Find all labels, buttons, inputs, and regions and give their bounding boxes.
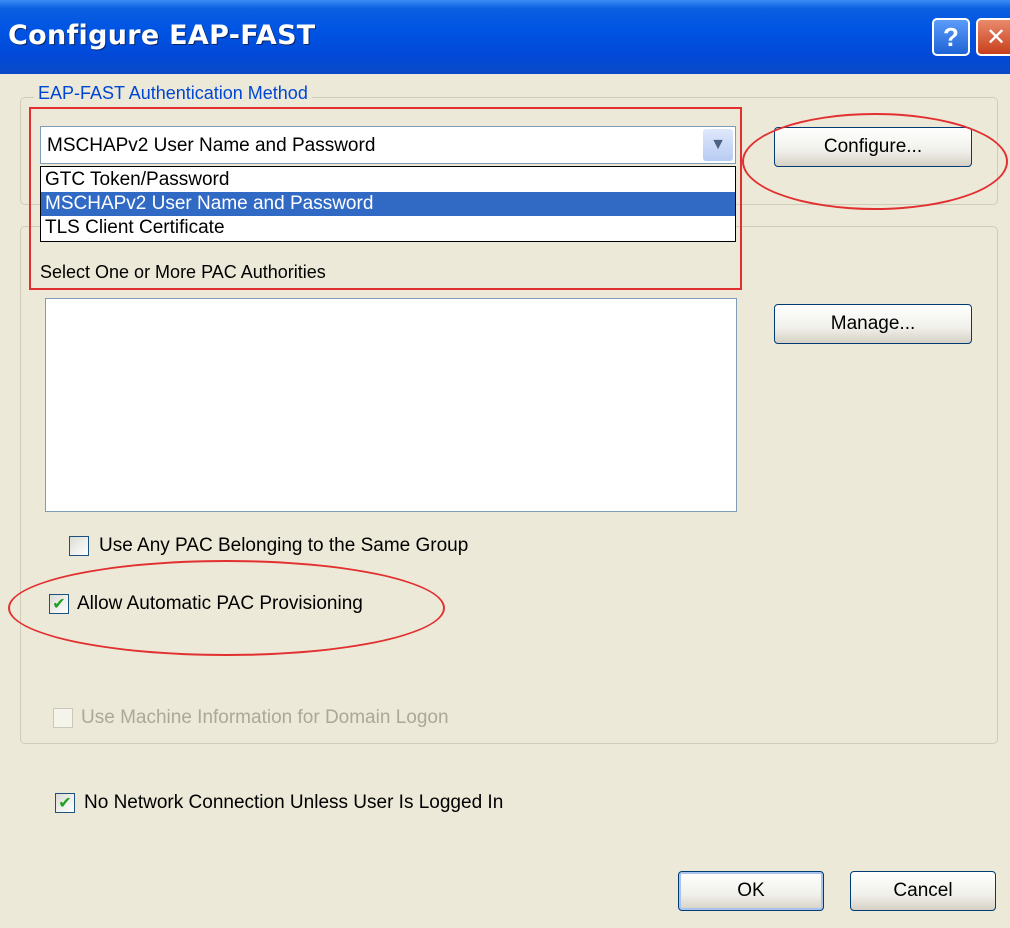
allow-auto-pac-label: Allow Automatic PAC Provisioning: [77, 593, 363, 614]
no-network-checkbox[interactable]: ✔: [55, 793, 75, 813]
ok-button-label: OK: [737, 880, 765, 901]
close-button[interactable]: ✕: [976, 18, 1010, 56]
title-bar[interactable]: Configure EAP-FAST ? ✕: [0, 0, 1010, 74]
use-machine-info-label: Use Machine Information for Domain Logon: [81, 707, 449, 728]
dropdown-option-tls[interactable]: TLS Client Certificate: [41, 216, 735, 240]
configure-eap-fast-dialog: Configure EAP-FAST ? ✕ EAP-FAST Authenti…: [0, 0, 1010, 928]
auth-method-selected-value: MSCHAPv2 User Name and Password: [47, 135, 376, 156]
pac-authorities-label: Select One or More PAC Authorities: [40, 262, 326, 282]
checkmark-icon: ✔: [58, 795, 72, 812]
allow-auto-pac-checkbox[interactable]: ✔: [49, 594, 69, 614]
manage-button[interactable]: Manage...: [774, 304, 972, 344]
ok-button[interactable]: OK: [678, 871, 824, 911]
use-any-pac-label: Use Any PAC Belonging to the Same Group: [99, 535, 469, 556]
manage-button-label: Manage...: [830, 313, 916, 334]
dropdown-option-gtc[interactable]: GTC Token/Password: [41, 168, 735, 192]
help-icon: ?: [943, 21, 959, 52]
dropdown-option-mschapv2[interactable]: MSCHAPv2 User Name and Password: [41, 192, 735, 216]
auth-method-group-label: EAP-FAST Authentication Method: [34, 83, 312, 104]
configure-button[interactable]: Configure...: [774, 127, 972, 167]
help-button[interactable]: ?: [932, 18, 970, 56]
auth-method-dropdown-list: GTC Token/Password MSCHAPv2 User Name an…: [40, 166, 736, 242]
cancel-button-label: Cancel: [893, 880, 953, 901]
pac-authorities-list[interactable]: [45, 298, 737, 512]
chevron-down-icon[interactable]: ▼: [703, 129, 733, 161]
configure-button-label: Configure...: [823, 136, 923, 157]
use-machine-info-checkbox[interactable]: [53, 708, 73, 728]
use-any-pac-checkbox[interactable]: [69, 536, 89, 556]
cancel-button[interactable]: Cancel: [850, 871, 996, 911]
checkmark-icon: ✔: [52, 596, 66, 613]
close-icon: ✕: [985, 23, 1007, 51]
no-network-label: No Network Connection Unless User Is Log…: [84, 792, 504, 813]
window-title: Configure EAP-FAST: [8, 20, 316, 51]
auth-method-select[interactable]: MSCHAPv2 User Name and Password ▼: [40, 126, 736, 164]
